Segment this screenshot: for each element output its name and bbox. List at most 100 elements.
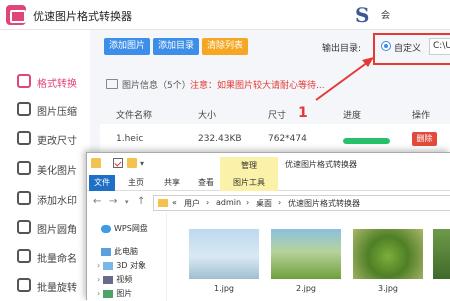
progress-bar (343, 138, 390, 144)
expand-arrow-icon[interactable]: › (97, 289, 100, 298)
forward-arrow-icon[interactable]: → (109, 196, 117, 207)
file-thumbnail[interactable] (433, 229, 450, 279)
file-thumbnail[interactable] (189, 229, 259, 279)
new-folder-icon[interactable] (127, 158, 137, 168)
sidebar: 格式转换 图片压缩 更改尺寸 美化图片 添加水印 图片圆角 批量命名 批量旋转 (0, 30, 90, 300)
warning-text: 注意：如果图片较大请耐心等待... (190, 81, 325, 91)
tree-item-label: 此电脑 (114, 247, 138, 256)
compress-icon (17, 102, 31, 116)
expand-arrow-icon[interactable]: › (97, 275, 100, 284)
tab-file[interactable]: 文件 (89, 175, 115, 191)
file-thumbnail[interactable] (271, 229, 341, 279)
tree-item-label: 视频 (116, 275, 133, 284)
app-logo-icon (6, 5, 26, 25)
folder-icon (91, 158, 101, 168)
annotation-number: 1 (298, 105, 308, 121)
image-info-row: 图片信息（5个） 注意：如果图片较大请耐心等待... (106, 77, 446, 93)
image-icon (106, 79, 118, 89)
breadcrumb-desktop[interactable]: 桌面 (256, 198, 272, 209)
cloud-icon (101, 224, 111, 233)
ribbon-tabs: 文件 主页 共享 查看 图片工具 (87, 175, 450, 191)
table-row[interactable]: 1.heic 232.43KB 762*474 删除 (100, 124, 450, 154)
watermark-icon (17, 191, 31, 205)
annotation-highlight-box (373, 33, 450, 65)
sidebar-item-label: 更改尺寸 (37, 136, 77, 147)
breadcrumb-current-folder[interactable]: 优速图片格式转换器 (288, 198, 360, 209)
sidebar-item-format-convert[interactable]: 格式转换 (0, 68, 90, 94)
add-image-button[interactable]: 添加图片 (104, 38, 150, 55)
tree-item-label: 图片 (116, 289, 133, 298)
file-name-label[interactable]: 2.jpg (271, 284, 341, 293)
tab-view[interactable]: 查看 (193, 175, 219, 191)
tree-item-pictures[interactable]: › 图片 (97, 288, 132, 299)
breadcrumb-sep: › (246, 198, 250, 207)
back-arrow-icon[interactable]: ← (93, 196, 101, 207)
sidebar-item-label: 添加水印 (37, 196, 77, 207)
tree-item-label: 3D 对象 (116, 261, 146, 270)
expand-arrow-icon[interactable]: › (97, 261, 100, 270)
file-name-label[interactable]: 1.jpg (189, 284, 259, 293)
tree-item-videos[interactable]: › 视频 (97, 274, 132, 285)
convert-icon (17, 74, 31, 88)
file-name-label[interactable]: 3.jpg (353, 284, 423, 293)
rename-icon (17, 249, 31, 263)
properties-icon[interactable] (113, 158, 123, 168)
image-info-label: 图片信息（5个） (122, 81, 191, 91)
breadcrumb-overflow[interactable]: « (172, 198, 177, 207)
breadcrumb-sep: › (278, 198, 282, 207)
navigation-pane: WPS网盘 此电脑 › 3D 对象 › 视频 › 图片 (87, 213, 167, 301)
file-name-cell: 1.heic (116, 134, 144, 144)
progress-fill (343, 138, 390, 144)
table-header: 文件名称 大小 尺寸 进度 操作 (100, 102, 450, 124)
computer-icon (101, 247, 111, 256)
resize-icon (17, 131, 31, 145)
clear-list-button[interactable]: 清除列表 (202, 38, 248, 55)
sidebar-item-batch-rename[interactable]: 批量命名 (0, 243, 90, 269)
tab-home[interactable]: 主页 (123, 175, 149, 191)
delete-button[interactable]: 删除 (412, 132, 437, 146)
file-size-cell: 232.43KB (198, 134, 242, 144)
breadcrumb-admin[interactable]: admin (216, 198, 241, 207)
title-bar: 优速图片格式转换器 S 会 (0, 0, 450, 30)
sidebar-item-batch-rotate[interactable]: 批量旋转 (0, 272, 90, 298)
sidebar-item-compress[interactable]: 图片压缩 (0, 96, 90, 122)
tree-item-this-pc[interactable]: 此电脑 (101, 246, 138, 257)
up-arrow-icon[interactable]: ↑ (137, 196, 145, 207)
col-header-name: 文件名称 (116, 111, 153, 121)
tab-share[interactable]: 共享 (159, 175, 185, 191)
app-window: 优速图片格式转换器 S 会 格式转换 图片压缩 更改尺寸 美化图片 添加水印 图… (0, 0, 450, 301)
tree-item-label: WPS网盘 (114, 224, 148, 233)
tree-item-3d-objects[interactable]: › 3D 对象 (97, 260, 146, 271)
sidebar-item-watermark[interactable]: 添加水印 (0, 185, 90, 211)
sidebar-item-beautify[interactable]: 美化图片 (0, 155, 90, 181)
sidebar-item-label: 批量旋转 (37, 283, 77, 294)
brand-s-icon: S (355, 3, 370, 27)
quick-access-dropdown-icon[interactable]: ▾ (140, 159, 144, 168)
sidebar-item-label: 图片圆角 (37, 225, 77, 236)
3d-objects-icon (103, 261, 114, 270)
rotate-icon (17, 278, 31, 292)
sidebar-item-label: 美化图片 (37, 166, 77, 177)
file-thumbnail[interactable] (353, 229, 423, 279)
col-header-dims: 尺寸 (268, 111, 287, 121)
tree-item-wps-cloud[interactable]: WPS网盘 (101, 223, 148, 234)
address-folder-icon (158, 199, 168, 207)
tab-picture-tools[interactable]: 图片工具 (220, 175, 278, 191)
sidebar-item-round-corner[interactable]: 图片圆角 (0, 214, 90, 240)
beautify-icon (17, 161, 31, 175)
round-corner-icon (17, 220, 31, 234)
recent-dropdown-icon[interactable]: ▾ (125, 198, 129, 206)
breadcrumb-users[interactable]: 用户 (184, 198, 200, 209)
col-header-size: 大小 (198, 111, 217, 121)
file-explorer-window: ▾ 管理 优速图片格式转换器 文件 主页 共享 查看 图片工具 ← → ▾ ↑ … (86, 152, 450, 301)
manage-tab[interactable]: 管理 (220, 157, 278, 175)
col-header-action: 操作 (412, 111, 431, 121)
col-header-progress: 进度 (343, 111, 362, 121)
output-dir-label: 输出目录: (322, 44, 362, 54)
add-folder-button[interactable]: 添加目录 (153, 38, 199, 55)
navigation-bar: ← → ▾ ↑ « 用户 › admin › 桌面 › 优速图片格式转换器 (87, 191, 450, 213)
file-list: 1.jpg 2.jpg 3.jpg (167, 213, 450, 301)
user-text[interactable]: 会 (381, 8, 390, 21)
sidebar-item-resize[interactable]: 更改尺寸 (0, 125, 90, 151)
address-bar[interactable]: « 用户 › admin › 桌面 › 优速图片格式转换器 (153, 195, 450, 211)
